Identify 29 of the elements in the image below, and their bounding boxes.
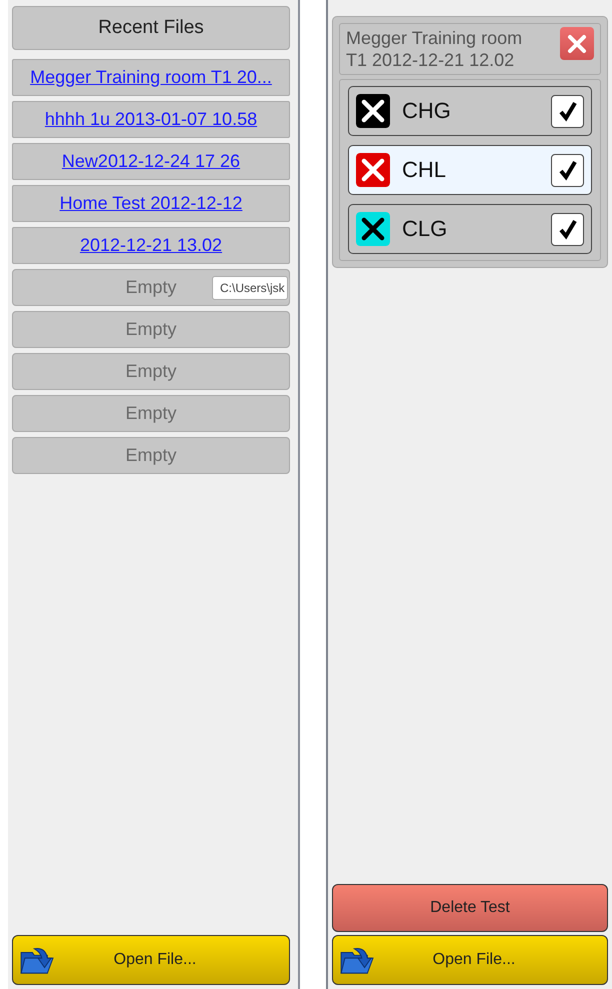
checkbox[interactable] [551,154,584,186]
path-tooltip: C:\Users\jsk [212,276,288,300]
empty-slot: Empty [12,353,290,390]
close-button[interactable] [560,27,594,60]
empty-slot: Empty [12,395,290,432]
channel-label: CHL [402,157,448,183]
channel-row[interactable]: CHG [348,86,592,136]
checkbox[interactable] [551,212,584,246]
recent-file-link[interactable]: Home Test 2012-12-12 [12,185,290,222]
open-file-button[interactable]: Open File... [332,935,608,985]
channel-label: CLG [402,216,448,242]
recent-file-link[interactable]: 2012-12-21 13.02 [12,227,290,264]
recent-file-link[interactable]: hhhh 1u 2013-01-07 10.58 [12,101,290,138]
check-icon [556,218,578,240]
channel-label: CHG [402,98,452,124]
recent-file-link[interactable]: New2012-12-24 17 26 [12,143,290,180]
panel-header: Recent Files [12,6,290,50]
empty-slot: Empty [12,437,290,474]
checkbox[interactable] [551,94,584,128]
delete-test-button[interactable]: Delete Test [332,884,608,932]
channel-row[interactable]: CHL [348,145,592,195]
recent-file-link[interactable]: Megger Training room T1 20... [12,59,290,96]
open-file-button[interactable]: Open File... [12,935,290,985]
close-icon [567,34,587,54]
check-icon [556,159,578,181]
channel-row[interactable]: CLG [348,204,592,254]
empty-slot: Empty [12,311,290,348]
check-icon [556,100,578,122]
test-title: Megger Training room T1 2012-12-21 12.02 [346,27,524,71]
